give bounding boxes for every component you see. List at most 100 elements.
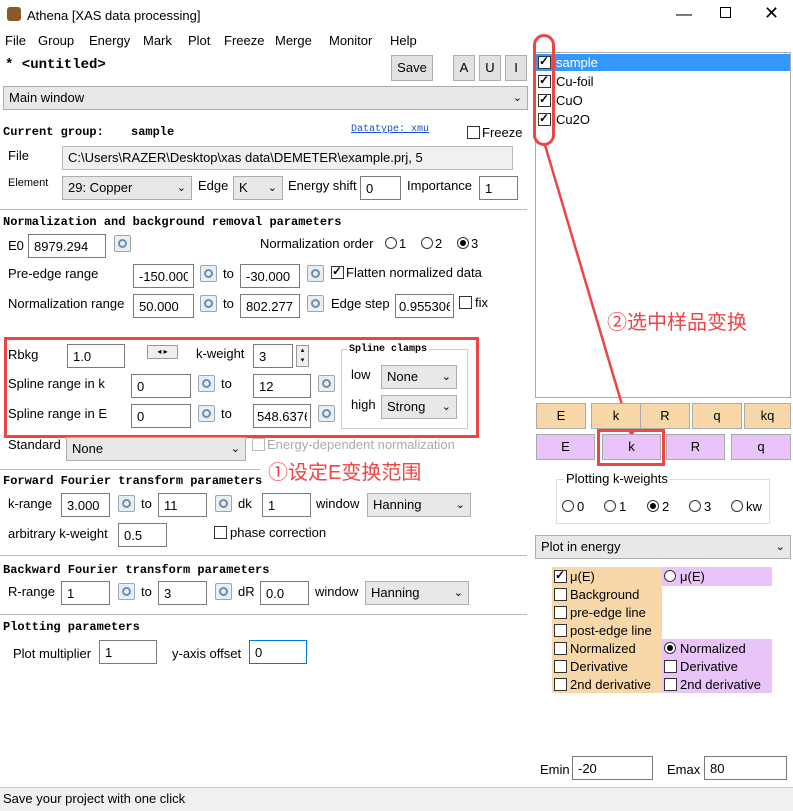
menu-group[interactable]: Group [38,33,74,48]
menu-mark[interactable]: Mark [143,33,172,48]
a-button[interactable]: A [453,55,475,81]
u-button[interactable]: U [479,55,501,81]
marked-derivative-checkbox[interactable] [664,660,677,673]
datatype-link[interactable]: Datatype: xmu [351,124,429,135]
rrange-start-input[interactable] [61,581,110,605]
standard-select[interactable]: None ⌄ [66,437,246,461]
edn-checkbox[interactable] [252,438,265,451]
freeze-checkbox[interactable] [467,126,480,139]
group-cu2o-label[interactable]: Cu2O [556,112,590,127]
menu-monitor[interactable]: Monitor [329,33,372,48]
rbkg-stepper[interactable]: ◂ ▸ [147,345,178,359]
target-icon[interactable] [215,495,232,512]
plot-k-button[interactable]: k [591,403,641,429]
plot-marked-q-button[interactable]: q [731,434,791,460]
menu-freeze[interactable]: Freeze [224,33,264,48]
pre-edge-start-input[interactable] [133,264,194,288]
pre-edge-end-input[interactable] [240,264,300,288]
close-icon[interactable]: ✕ [764,3,779,24]
spline-e-end-input[interactable] [253,404,311,428]
norm-range-end-input[interactable] [240,294,300,318]
plot-marked-r-button[interactable]: R [666,434,725,460]
phase-correction-checkbox[interactable] [214,526,227,539]
fft-window-select[interactable]: Hanning ⌄ [367,493,471,517]
menu-file[interactable]: File [5,33,26,48]
plot-kq-button[interactable]: kq [744,403,791,429]
i-button[interactable]: I [505,55,527,81]
spline-k-end-input[interactable] [253,374,311,398]
maximize-icon[interactable] [720,7,731,18]
target-icon[interactable] [307,265,324,282]
pre-edge-line-checkbox[interactable] [554,606,567,619]
background-checkbox[interactable] [554,588,567,601]
yaxis-offset-input[interactable] [249,640,307,664]
e0-input[interactable] [28,234,106,258]
menu-help[interactable]: Help [390,33,417,48]
second-derivative-checkbox[interactable] [554,678,567,691]
arb-kweight-input[interactable] [118,523,167,547]
marked-second-derivative-checkbox[interactable] [664,678,677,691]
fix-checkbox[interactable] [459,296,472,309]
target-icon[interactable] [318,405,335,422]
edge-select[interactable]: K ⌄ [233,176,283,200]
menu-plot[interactable]: Plot [188,33,210,48]
emax-input[interactable] [704,756,787,780]
mu-checkbox[interactable] [554,568,567,583]
marked-normalized-radio[interactable] [664,642,676,654]
plot-e-button[interactable]: E [536,403,586,429]
target-icon[interactable] [215,583,232,600]
target-icon[interactable] [114,235,131,252]
kw-kw-radio[interactable] [731,500,743,512]
kw-0-radio[interactable] [562,500,574,512]
marked-mu-radio[interactable] [664,570,676,582]
spline-k-start-input[interactable] [131,374,191,398]
order-3-radio[interactable] [457,237,469,249]
target-icon[interactable] [318,375,335,392]
save-button[interactable]: Save [391,55,433,81]
order-2-radio[interactable] [421,237,433,249]
target-icon[interactable] [118,495,135,512]
target-icon[interactable] [118,583,135,600]
krange-start-input[interactable] [61,493,110,517]
rbkg-input[interactable] [67,344,125,368]
plot-q-button[interactable]: q [692,403,742,429]
element-select[interactable]: 29: Copper ⌄ [62,176,192,200]
kw-1-radio[interactable] [604,500,616,512]
dk-input[interactable] [262,493,311,517]
kweight-spinner[interactable]: ▴ ▾ [296,345,309,367]
target-icon[interactable] [200,265,217,282]
norm-range-start-input[interactable] [133,294,194,318]
high-clamp-select[interactable]: Strong ⌄ [381,395,457,419]
plot-in-select[interactable]: Plot in energy ⌄ [535,535,791,559]
emin-input[interactable] [572,756,653,780]
bft-window-select[interactable]: Hanning ⌄ [365,581,469,605]
edge-step-input[interactable] [395,294,454,318]
kw-3-radio[interactable] [689,500,701,512]
plot-r-button[interactable]: R [640,403,690,429]
kweight-input[interactable] [253,344,293,368]
normalized-checkbox[interactable] [554,642,567,655]
view-select[interactable]: Main window ⌄ [3,86,528,110]
menu-energy[interactable]: Energy [89,33,130,48]
krange-end-input[interactable] [158,493,207,517]
spline-e-start-input[interactable] [131,404,191,428]
plot-multiplier-input[interactable] [99,640,157,664]
group-cufoil-label[interactable]: Cu-foil [556,74,594,89]
importance-input[interactable] [479,176,518,200]
plot-marked-e-button[interactable]: E [536,434,595,460]
target-icon[interactable] [198,375,215,392]
energy-shift-input[interactable] [360,176,401,200]
rrange-end-input[interactable] [158,581,207,605]
low-clamp-select[interactable]: None ⌄ [381,365,457,389]
target-icon[interactable] [198,405,215,422]
dr-input[interactable] [260,581,309,605]
post-edge-line-checkbox[interactable] [554,624,567,637]
target-icon[interactable] [307,295,324,312]
minimize-icon[interactable]: — [676,6,692,24]
flatten-checkbox[interactable] [331,264,344,279]
target-icon[interactable] [200,295,217,312]
kw-2-radio[interactable] [647,500,659,512]
group-cuo-label[interactable]: CuO [556,93,583,108]
order-1-radio[interactable] [385,237,397,249]
derivative-checkbox[interactable] [554,660,567,673]
